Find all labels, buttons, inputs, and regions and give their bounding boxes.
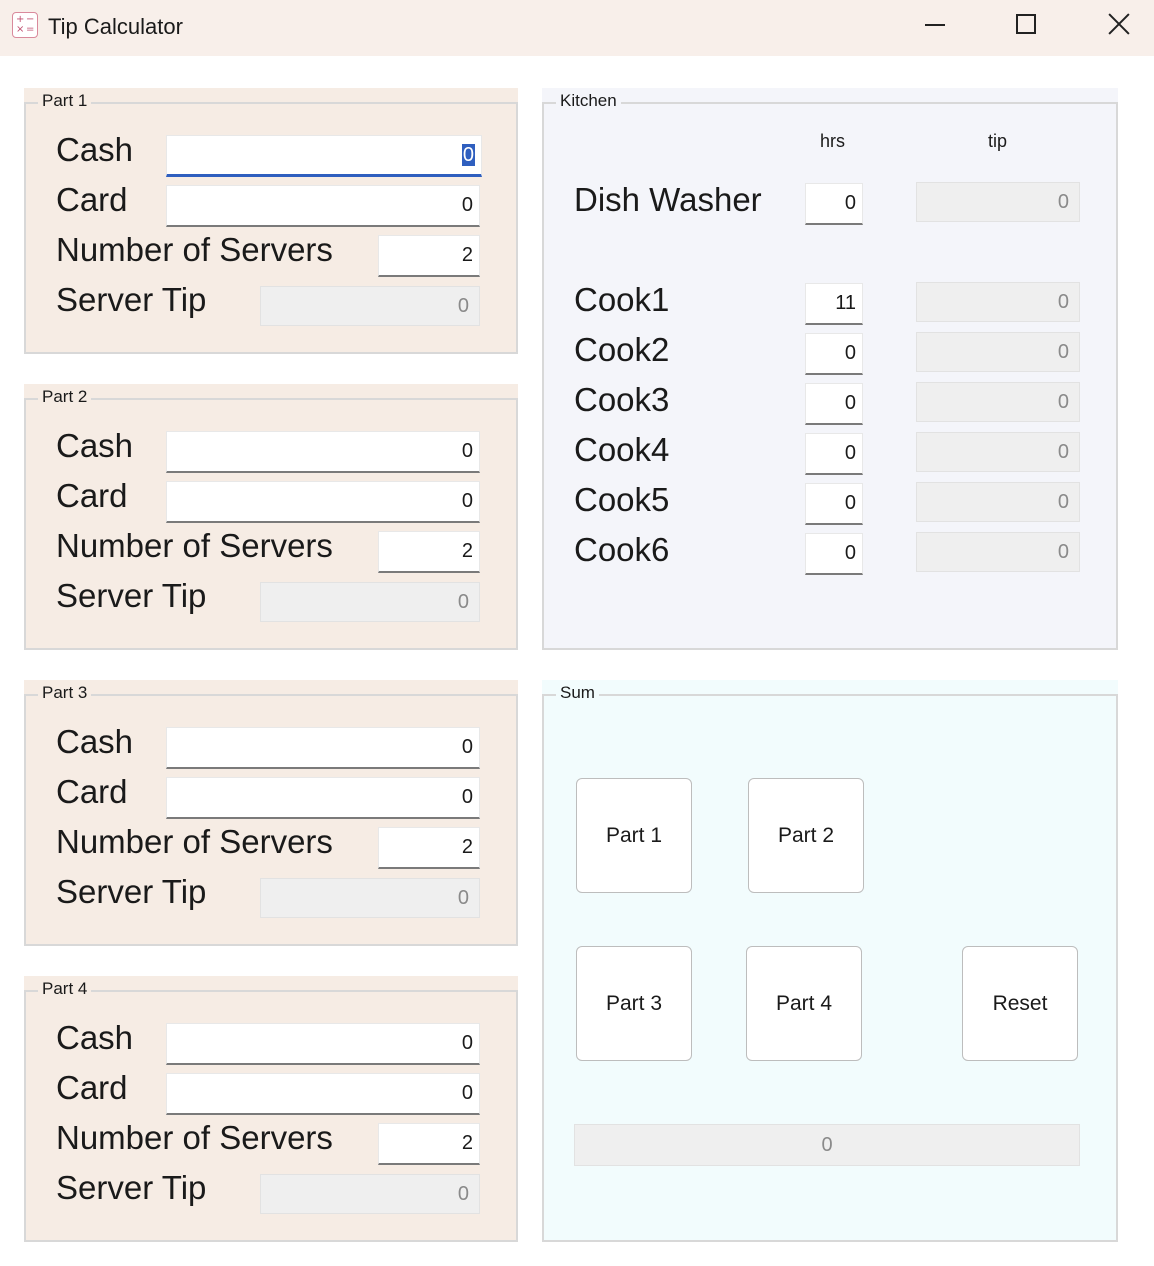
part3-servers-input[interactable]: 2 xyxy=(378,827,480,869)
hrs-column-header: hrs xyxy=(820,131,846,151)
part2-servers-label: Number of Servers xyxy=(56,527,333,564)
part4-servers-label: Number of Servers xyxy=(56,1119,333,1156)
tip-column-header: tip xyxy=(988,131,1008,151)
sum-total-output: 0 xyxy=(574,1124,1080,1166)
cook6-tip-output: 0 xyxy=(916,532,1080,572)
minimize-icon xyxy=(925,24,945,26)
cook6-label: Cook6 xyxy=(574,531,670,568)
part3-cash-label: Cash xyxy=(56,723,134,760)
part3-legend: Part 3 xyxy=(38,682,92,704)
cook3-tip-output: 0 xyxy=(916,382,1080,422)
cook5-label: Cook5 xyxy=(574,481,670,518)
cook5-hrs-input[interactable]: 0 xyxy=(805,483,863,525)
cook5-tip-output: 0 xyxy=(916,482,1080,522)
maximize-icon xyxy=(1016,14,1036,34)
sum-legend: Sum xyxy=(556,682,599,704)
part3-servers-label: Number of Servers xyxy=(56,823,333,860)
part4-server-tip-label: Server Tip xyxy=(56,1169,207,1206)
part2-cash-input[interactable]: 0 xyxy=(166,431,480,473)
close-button[interactable] xyxy=(1072,0,1154,50)
part4-card-label: Card xyxy=(56,1069,128,1106)
part3-server-tip-label: Server Tip xyxy=(56,873,207,910)
part4-button[interactable]: Part 4 xyxy=(746,946,862,1061)
part1-legend: Part 1 xyxy=(38,90,92,112)
part2-card-input[interactable]: 0 xyxy=(166,481,480,523)
cook6-hrs-input[interactable]: 0 xyxy=(805,533,863,575)
part3-card-input[interactable]: 0 xyxy=(166,777,480,819)
dish-washer-hrs-input[interactable]: 0 xyxy=(805,183,863,225)
cook1-tip-output: 0 xyxy=(916,282,1080,322)
part1-server-tip-label: Server Tip xyxy=(56,281,207,318)
part4-servers-input[interactable]: 2 xyxy=(378,1123,480,1165)
window-title: Tip Calculator xyxy=(48,14,183,39)
close-icon xyxy=(1107,12,1131,36)
part3-card-label: Card xyxy=(56,773,128,810)
part1-servers-input[interactable]: 2 xyxy=(378,235,480,277)
cook4-tip-output: 0 xyxy=(916,432,1080,472)
part1-card-input[interactable]: 0 xyxy=(166,185,480,227)
maximize-button[interactable] xyxy=(980,0,1072,50)
part1-card-label: Card xyxy=(56,181,128,218)
cook1-label: Cook1 xyxy=(574,281,670,318)
part2-button[interactable]: Part 2 xyxy=(748,778,864,893)
part3-server-tip-output: 0 xyxy=(260,878,480,918)
cook4-hrs-input[interactable]: 0 xyxy=(805,433,863,475)
cook1-hrs-input[interactable]: 11 xyxy=(805,283,863,325)
cook3-hrs-input[interactable]: 0 xyxy=(805,383,863,425)
minimize-button[interactable] xyxy=(890,0,982,50)
part1-cash-input[interactable]: 0 xyxy=(166,135,482,177)
part2-server-tip-label: Server Tip xyxy=(56,577,207,614)
cook3-label: Cook3 xyxy=(574,381,670,418)
part1-button[interactable]: Part 1 xyxy=(576,778,692,893)
part1-server-tip-output: 0 xyxy=(260,286,480,326)
part4-server-tip-output: 0 xyxy=(260,1174,480,1214)
part4-legend: Part 4 xyxy=(38,978,92,1000)
reset-button[interactable]: Reset xyxy=(962,946,1078,1061)
part3-cash-input[interactable]: 0 xyxy=(166,727,480,769)
part2-legend: Part 2 xyxy=(38,386,92,408)
kitchen-legend: Kitchen xyxy=(556,90,621,112)
part3-button[interactable]: Part 3 xyxy=(576,946,692,1061)
part4-cash-input[interactable]: 0 xyxy=(166,1023,480,1065)
part2-cash-label: Cash xyxy=(56,427,134,464)
part4-card-input[interactable]: 0 xyxy=(166,1073,480,1115)
part4-cash-label: Cash xyxy=(56,1019,134,1056)
dish-washer-label: Dish Washer xyxy=(574,181,762,218)
dish-washer-tip-output: 0 xyxy=(916,182,1080,222)
cook2-hrs-input[interactable]: 0 xyxy=(805,333,863,375)
part2-card-label: Card xyxy=(56,477,128,514)
part2-server-tip-output: 0 xyxy=(260,582,480,622)
part1-cash-label: Cash xyxy=(56,131,134,168)
cook2-label: Cook2 xyxy=(574,331,670,368)
calculator-icon: + − × = xyxy=(12,12,38,38)
part2-servers-input[interactable]: 2 xyxy=(378,531,480,573)
part1-servers-label: Number of Servers xyxy=(56,231,333,268)
cook2-tip-output: 0 xyxy=(916,332,1080,372)
cook4-label: Cook4 xyxy=(574,431,670,468)
title-bar: + − × = Tip Calculator xyxy=(0,0,1154,56)
